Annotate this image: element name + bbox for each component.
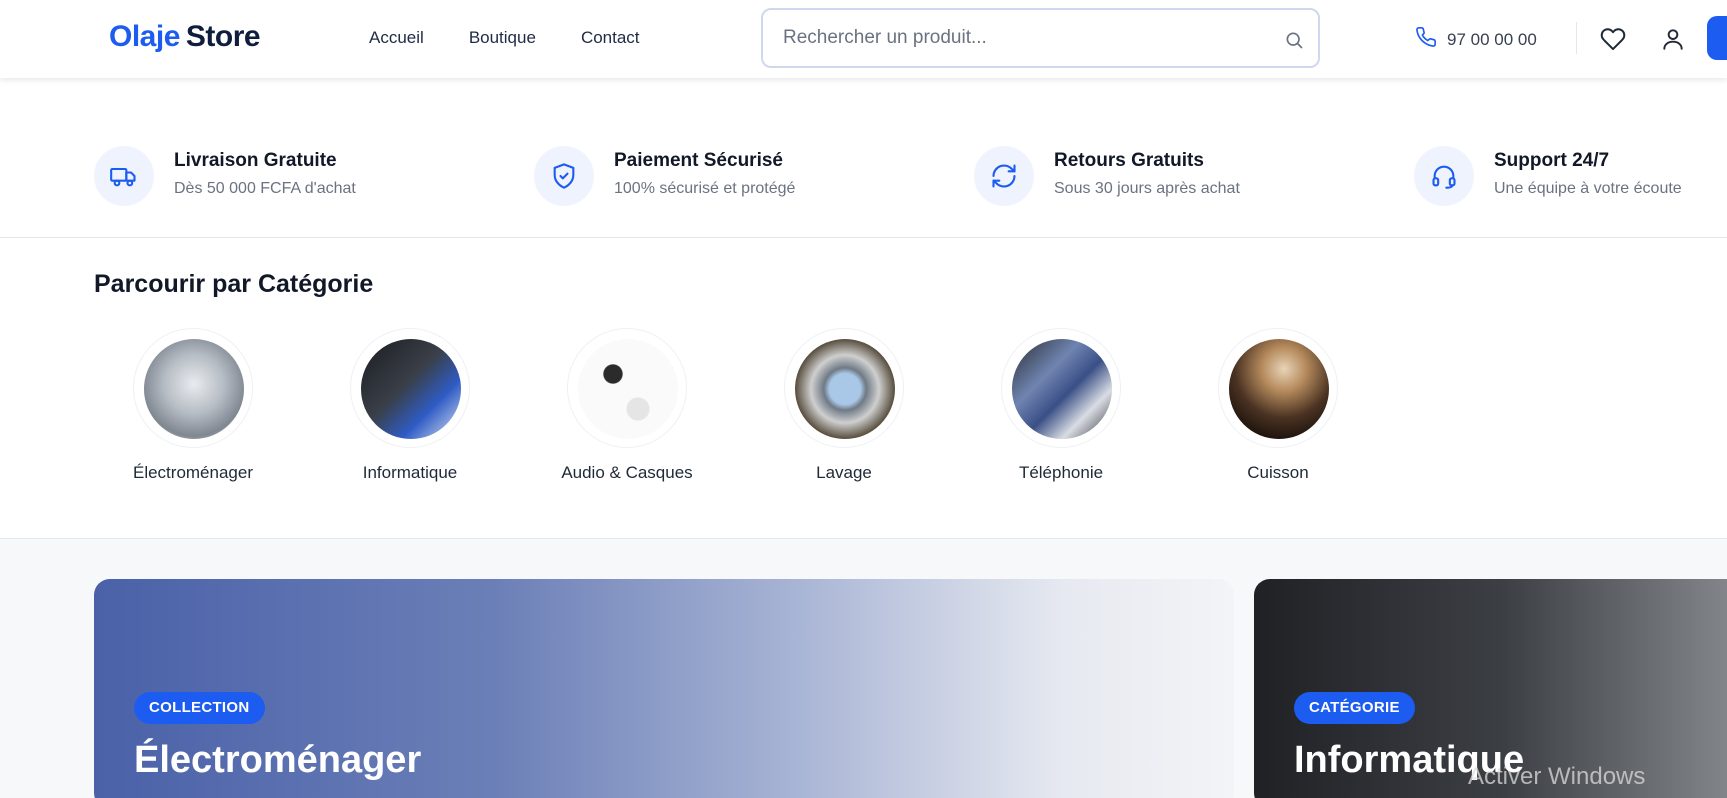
category-image [567, 328, 687, 448]
site-header: OlajeStore Accueil Boutique Contact 97 0… [0, 0, 1727, 78]
category-cuisson[interactable]: Cuisson [1203, 328, 1353, 485]
category-label: Cuisson [1247, 463, 1309, 482]
feature-title: Livraison Gratuite [174, 150, 337, 171]
windows-activation-watermark: Activer Windows [1468, 763, 1646, 790]
category-label: Audio & Casques [561, 463, 693, 482]
nav-accueil[interactable]: Accueil [369, 28, 424, 48]
category-image [784, 328, 904, 448]
store-logo[interactable]: Olaje Store [109, 20, 261, 54]
feature-subtitle: Dès 50 000 FCFA d'achat [174, 180, 356, 197]
categories-section: Parcourir par Catégorie Électroménager I… [0, 238, 1727, 539]
nav-boutique[interactable]: Boutique [469, 28, 536, 48]
cart-button[interactable] [1707, 16, 1727, 60]
search-bar [761, 8, 1320, 68]
feature-subtitle: Une équipe à votre écoute [1494, 180, 1682, 197]
categories-heading: Parcourir par Catégorie [94, 270, 374, 298]
main-nav: Accueil Boutique Contact [369, 28, 640, 48]
category-image [1001, 328, 1121, 448]
feature-subtitle: Sous 30 jours après achat [1054, 180, 1240, 197]
heart-icon[interactable] [1600, 26, 1626, 57]
category-image [1218, 328, 1338, 448]
feature-title: Paiement Sécurisé [614, 150, 783, 171]
feature-title: Support 24/7 [1494, 150, 1610, 171]
feature-title: Retours Gratuits [1054, 150, 1204, 171]
category-label: Téléphonie [1018, 463, 1104, 482]
logo-part-2: Store [185, 20, 261, 53]
user-icon[interactable] [1660, 26, 1686, 57]
feature-subtitle: 100% sécurisé et protégé [614, 180, 796, 197]
truck-icon [94, 146, 154, 206]
search-input[interactable] [783, 24, 1263, 52]
category-audio[interactable]: Audio & Casques [552, 328, 702, 485]
banner-badge: COLLECTION [134, 692, 265, 724]
category-telephonie[interactable]: Téléphonie [986, 328, 1136, 485]
header-divider [1576, 22, 1577, 54]
logo-part-1: Olaje [109, 20, 180, 53]
category-lavage[interactable]: Lavage [769, 328, 919, 485]
category-image [350, 328, 470, 448]
headset-icon [1414, 146, 1474, 206]
features-bar: Livraison Gratuite Dès 50 000 FCFA d'ach… [0, 78, 1727, 238]
phone-number: 97 00 00 00 [1447, 29, 1537, 49]
category-label: Informatique [362, 463, 458, 482]
banner-electromenager[interactable]: COLLECTION Électroménager [94, 579, 1234, 798]
category-electromenager[interactable]: Électroménager [118, 328, 268, 485]
category-label: Lavage [816, 463, 872, 482]
category-informatique[interactable]: Informatique [335, 328, 485, 485]
phone-icon [1415, 26, 1437, 53]
search-icon[interactable] [1284, 30, 1304, 55]
refresh-icon [974, 146, 1034, 206]
category-image [133, 328, 253, 448]
category-label: Électroménager [132, 463, 253, 482]
banner-badge: CATÉGORIE [1294, 692, 1415, 724]
nav-contact[interactable]: Contact [581, 28, 640, 48]
phone-contact[interactable]: 97 00 00 00 [1415, 26, 1537, 53]
shield-check-icon [534, 146, 594, 206]
collection-banners: COLLECTION Électroménager CATÉGORIE Info… [0, 539, 1727, 798]
banner-title: Électroménager [134, 739, 422, 781]
